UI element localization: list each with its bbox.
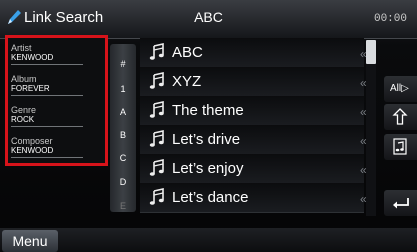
track-info-panel: Artist KENWOOD Album FOREVER Genre ROCK … — [5, 35, 108, 166]
return-arrow-icon — [393, 198, 409, 209]
return-button[interactable] — [384, 190, 417, 216]
info-composer[interactable]: Composer KENWOOD — [11, 136, 83, 158]
music-note-icon — [149, 130, 164, 147]
index-c[interactable]: C — [110, 153, 136, 163]
index-a[interactable]: A — [110, 107, 136, 117]
alphabet-index-bar[interactable]: # 1 A B C D E — [110, 44, 136, 212]
index-e[interactable]: E — [110, 201, 136, 211]
info-key: Artist — [11, 43, 32, 53]
list-item[interactable]: XYZ « — [140, 67, 367, 97]
music-note-icon — [149, 188, 164, 205]
all-button[interactable]: All▷ — [384, 76, 417, 102]
all-button-label: All▷ — [390, 83, 409, 94]
folder-button[interactable] — [384, 134, 417, 160]
track-title: Let’s enjoy — [172, 160, 244, 177]
index-d[interactable]: D — [110, 177, 136, 187]
info-value: KENWOOD — [11, 53, 83, 65]
music-note-icon — [149, 101, 164, 118]
info-value: FOREVER — [11, 84, 83, 96]
track-title: The theme — [172, 102, 244, 119]
header-bar: Link Search ABC 00:00 — [0, 0, 417, 39]
clock: 00:00 — [373, 13, 407, 25]
info-key: Album — [11, 74, 37, 84]
music-note-icon — [149, 159, 164, 176]
track-title: ABC — [172, 44, 203, 61]
index-b[interactable]: B — [110, 130, 136, 140]
music-folder-icon — [393, 138, 407, 155]
info-genre[interactable]: Genre ROCK — [11, 105, 83, 127]
scrollbar-thumb[interactable] — [366, 40, 376, 64]
list-item[interactable]: ABC « — [140, 38, 367, 68]
info-key: Composer — [11, 136, 53, 146]
music-note-icon — [149, 43, 164, 60]
link-search-screen: Link Search ABC 00:00 Artist KENWOOD Alb… — [0, 0, 417, 252]
info-album[interactable]: Album FOREVER — [11, 74, 83, 96]
up-arrow-icon — [392, 108, 408, 125]
menu-button[interactable]: Menu — [2, 230, 58, 252]
info-value: KENWOOD — [11, 146, 83, 158]
info-artist[interactable]: Artist KENWOOD — [11, 43, 83, 65]
scrollbar-track[interactable] — [366, 40, 376, 216]
now-playing-title: ABC — [194, 9, 223, 25]
up-button[interactable] — [384, 104, 417, 130]
list-item[interactable]: Let’s dance « — [140, 183, 367, 213]
info-value: ROCK — [11, 115, 83, 127]
list-item[interactable]: Let’s enjoy « — [140, 154, 367, 184]
music-note-icon — [149, 72, 164, 89]
track-title: Let’s drive — [172, 131, 241, 148]
index-hash[interactable]: # — [110, 59, 136, 69]
index-1[interactable]: 1 — [110, 84, 136, 94]
list-item[interactable]: Let’s drive « — [140, 125, 367, 155]
list-item[interactable]: The theme « — [140, 96, 367, 126]
track-title: XYZ — [172, 73, 202, 90]
track-title: Let’s dance — [172, 189, 249, 206]
footer-bar: Menu — [0, 228, 417, 252]
info-key: Genre — [11, 105, 37, 115]
